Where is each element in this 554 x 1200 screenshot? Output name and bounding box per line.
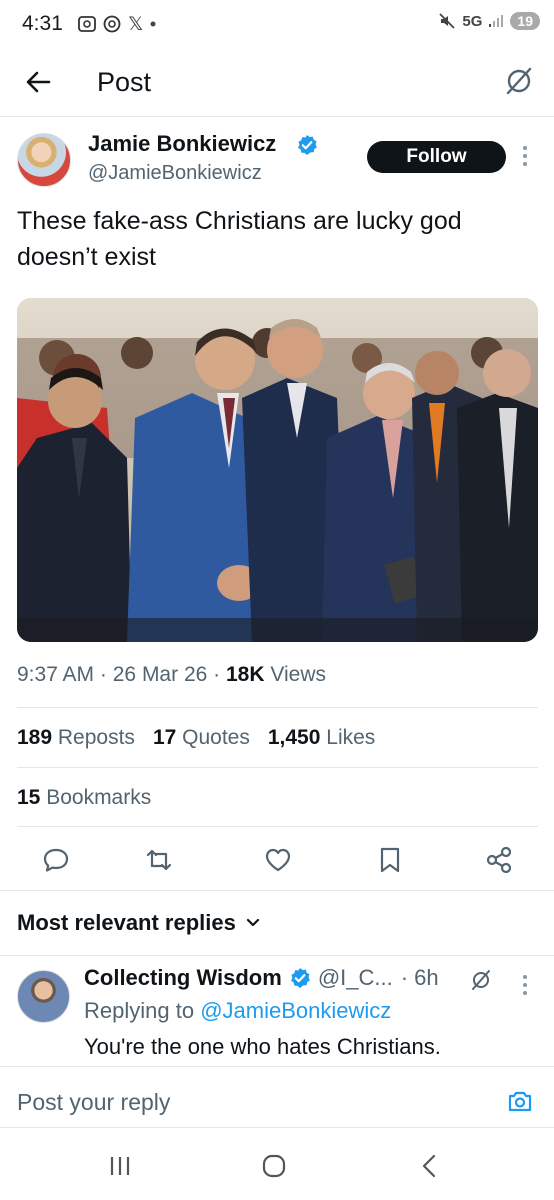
status-time: 4:31	[22, 12, 63, 35]
grok-icon[interactable]	[470, 969, 492, 991]
author-handle[interactable]: @JamieBonkiewicz	[88, 162, 262, 185]
page-title: Post	[97, 67, 152, 97]
reply-avatar[interactable]	[17, 970, 70, 1023]
views-count: 18K	[226, 663, 265, 686]
repost-icon[interactable]	[144, 845, 174, 875]
quotes-label: Quotes	[182, 726, 250, 749]
system-back-icon[interactable]	[416, 1152, 444, 1180]
bookmarks-divider	[17, 826, 538, 827]
reply-time: · 6h	[400, 965, 439, 990]
battery-indicator: 19	[510, 12, 540, 30]
bookmarks-count: 15	[17, 786, 41, 809]
signal-icon	[489, 15, 504, 27]
bookmarks-stat[interactable]: 15 Bookmarks	[17, 786, 151, 810]
quotes-count: 17	[152, 726, 177, 749]
tweet-time: 9:37 AM	[17, 663, 95, 686]
chevron-down-icon	[246, 918, 259, 927]
network-type: 5G	[462, 12, 483, 30]
verified-badge-icon	[298, 135, 317, 155]
dot-icon	[150, 21, 156, 27]
bookmarks-label: Bookmarks	[46, 786, 152, 809]
reposts-count: 189	[17, 726, 53, 749]
engagement-stats: 189 Reposts 17 Quotes 1,450 Likes	[17, 726, 375, 750]
reposts-stat[interactable]: 189 Reposts	[17, 726, 135, 750]
grok-icon[interactable]	[504, 66, 534, 96]
recent-apps-icon[interactable]	[106, 1152, 134, 1180]
camera-icon[interactable]	[506, 1087, 534, 1115]
more-options-icon[interactable]	[518, 143, 532, 169]
x-icon: 𝕏	[128, 13, 144, 35]
reply-header: Collecting Wisdom @I_C... · 6h	[84, 965, 439, 991]
back-arrow-icon[interactable]	[22, 66, 54, 98]
meta-divider	[17, 707, 538, 708]
reply-text: You're the one who hates Christians.	[84, 1034, 441, 1059]
author-avatar[interactable]	[17, 133, 71, 187]
home-icon[interactable]	[260, 1152, 288, 1180]
tweet-meta: 9:37 AM · 26 Mar 26 · 18K Views	[17, 663, 326, 687]
stats-divider	[17, 767, 538, 768]
tweet-photo[interactable]	[17, 298, 538, 642]
threads-icon	[103, 15, 121, 33]
status-system-icons: 5G 19	[438, 12, 540, 30]
replies-divider	[0, 955, 554, 956]
follow-button[interactable]: Follow	[367, 141, 506, 173]
system-navigation-bar	[0, 1128, 554, 1200]
top-app-bar: Post	[0, 52, 554, 116]
meta-separator: ·	[99, 663, 107, 686]
verified-badge-icon	[290, 968, 310, 988]
header-divider	[0, 116, 554, 117]
replies-sort-label: Most relevant replies	[17, 910, 236, 935]
tweet-text: These fake-ass Christians are lucky god …	[17, 207, 462, 271]
reply-author-handle[interactable]: @I_C...	[318, 965, 393, 991]
tweet-date: 26 Mar 26	[112, 663, 208, 686]
share-icon[interactable]	[484, 845, 514, 875]
mute-icon	[439, 13, 456, 29]
replying-to-handle[interactable]: @JamieBonkiewicz	[200, 998, 391, 1023]
author-name[interactable]: Jamie Bonkiewicz	[88, 131, 276, 157]
likes-label: Likes	[326, 726, 376, 749]
views-label: Views	[270, 663, 327, 686]
quotes-stat[interactable]: 17 Quotes	[153, 726, 250, 750]
replying-to: Replying to @JamieBonkiewicz	[84, 998, 391, 1024]
likes-stat[interactable]: 1,450 Likes	[268, 726, 375, 750]
reply-icon[interactable]	[41, 845, 71, 875]
reposts-label: Reposts	[57, 726, 135, 749]
replying-prefix: Replying to	[84, 998, 195, 1023]
status-notification-icons: 𝕏	[78, 13, 156, 35]
bookmark-icon[interactable]	[375, 845, 405, 875]
reply-author-name[interactable]: Collecting Wisdom	[84, 965, 282, 991]
replies-sort-dropdown[interactable]: Most relevant replies	[17, 910, 260, 936]
actions-divider	[0, 890, 554, 891]
status-bar: 4:31 𝕏 5G 19	[0, 0, 554, 52]
likes-count: 1,450	[267, 726, 321, 749]
reply-input[interactable]: Post your reply	[17, 1089, 170, 1116]
reply-more-options-icon[interactable]	[518, 972, 532, 998]
screenshot-icon	[78, 16, 96, 32]
like-heart-icon[interactable]	[263, 845, 293, 875]
meta-separator: ·	[213, 663, 221, 686]
reply-composer[interactable]: Post your reply	[0, 1066, 554, 1128]
photo-scene	[17, 298, 538, 642]
